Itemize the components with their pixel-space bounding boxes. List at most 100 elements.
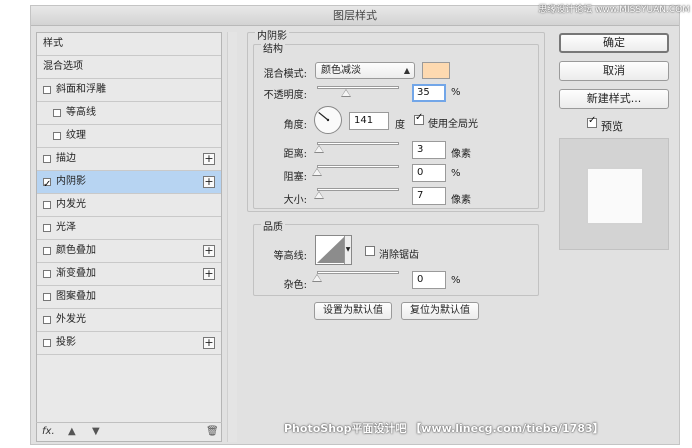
contour-preview-icon (317, 237, 344, 263)
arrow-down-icon[interactable]: ▼ (92, 426, 100, 437)
contour-picker[interactable]: ▼ (315, 235, 352, 265)
choke-input[interactable]: 0 (412, 164, 446, 182)
shadow-color-swatch[interactable] (422, 62, 450, 79)
style-item-label: 内阴影 (56, 176, 86, 187)
trash-icon[interactable]: 🗑 (206, 426, 219, 437)
style-list-item[interactable]: 纹理 (37, 125, 221, 148)
chevron-down-icon[interactable]: ▼ (344, 236, 351, 264)
style-list-item[interactable]: 样式 (37, 33, 221, 56)
style-item-label: 内发光 (56, 199, 86, 210)
style-item-checkbox[interactable] (43, 270, 51, 278)
style-list-item[interactable]: 等高线 (37, 102, 221, 125)
style-item-label: 投影 (56, 337, 76, 348)
style-item-checkbox[interactable] (43, 339, 51, 347)
add-effect-icon[interactable]: + (203, 337, 215, 349)
choke-slider-track[interactable] (317, 165, 399, 168)
style-item-label: 纹理 (66, 130, 86, 141)
style-item-checkbox[interactable] (43, 86, 51, 94)
chevron-updown-icon: ▲ (403, 66, 410, 75)
style-item-checkbox[interactable] (43, 293, 51, 301)
style-list-item[interactable]: 图案叠加 (37, 286, 221, 309)
new-style-button[interactable]: 新建样式... (559, 89, 669, 109)
noise-input[interactable]: 0 (412, 271, 446, 289)
style-list: 样式混合选项斜面和浮雕等高线纹理描边 + 内阴影 + 内发光光泽颜色叠加 + 渐变叠加 + 图案… (36, 32, 222, 442)
style-item-label: 渐变叠加 (56, 268, 96, 279)
ok-button[interactable]: 确定 (559, 33, 669, 53)
opacity-input[interactable]: 35 (412, 84, 446, 102)
watermark-top: 思缘设计论坛 www.MISSYUAN.COM (538, 5, 690, 15)
angle-dial[interactable] (313, 105, 343, 135)
style-item-label: 外发光 (56, 314, 86, 325)
cancel-button[interactable]: 取消 (559, 61, 669, 81)
choke-label: 阻塞: (283, 172, 307, 183)
add-effect-icon[interactable]: + (203, 268, 215, 280)
preview-panel (559, 138, 669, 250)
size-unit: 像素 (451, 195, 471, 206)
angle-input[interactable]: 141 (349, 112, 389, 130)
blend-mode-label: 混合模式: (263, 69, 307, 80)
structure-title: 结构 (261, 40, 285, 55)
set-default-button[interactable]: 设置为默认值 (314, 302, 392, 320)
choke-unit: % (451, 168, 461, 179)
style-list-item[interactable]: 混合选项 (37, 56, 221, 79)
anti-alias-checkbox[interactable] (365, 246, 375, 256)
arrow-up-icon[interactable]: ▲ (68, 426, 76, 437)
fx-menu-button[interactable]: fx. (42, 426, 55, 437)
style-item-checkbox[interactable] (43, 316, 51, 324)
reset-default-button[interactable]: 复位为默认值 (401, 302, 479, 320)
style-item-checkbox[interactable] (43, 224, 51, 232)
distance-label: 距离: (283, 149, 307, 160)
style-item-label: 描边 (56, 153, 76, 164)
style-list-item[interactable]: 光泽 (37, 217, 221, 240)
style-list-item[interactable]: 内阴影 + (37, 171, 221, 196)
blend-mode-value: 颜色减淡 (321, 65, 361, 76)
style-item-label: 样式 (43, 38, 63, 49)
preview-thumbnail (588, 169, 642, 223)
style-list-item[interactable]: 内发光 (37, 194, 221, 217)
style-item-checkbox[interactable] (43, 247, 51, 255)
style-list-item[interactable]: 颜色叠加 + (37, 240, 221, 263)
style-list-item[interactable]: 描边 + (37, 148, 221, 171)
opacity-slider-track[interactable] (317, 86, 399, 89)
blend-mode-select[interactable]: 颜色减淡 ▲ (315, 62, 415, 79)
choke-slider-thumb[interactable] (312, 168, 322, 176)
preview-checkbox[interactable] (587, 115, 597, 128)
add-effect-icon[interactable]: + (203, 176, 215, 188)
add-effect-icon[interactable]: + (203, 245, 215, 257)
opacity-slider-thumb[interactable] (340, 89, 351, 97)
style-item-checkbox[interactable] (43, 174, 51, 196)
noise-slider-thumb[interactable] (312, 274, 322, 282)
style-list-item[interactable]: 斜面和浮雕 (37, 79, 221, 102)
quality-title: 品质 (261, 218, 285, 233)
style-item-label: 等高线 (66, 107, 96, 118)
style-item-label: 混合选项 (43, 61, 83, 72)
size-input[interactable]: 7 (412, 187, 446, 205)
size-label: 大小: (283, 195, 307, 206)
style-item-label: 光泽 (56, 222, 76, 233)
angle-unit: 度 (395, 120, 405, 131)
style-list-item[interactable]: 渐变叠加 + (37, 263, 221, 286)
style-item-checkbox[interactable] (53, 132, 61, 140)
noise-slider-track[interactable] (317, 271, 399, 274)
distance-input[interactable]: 3 (412, 141, 446, 159)
size-slider-thumb[interactable] (314, 191, 325, 199)
distance-slider-thumb[interactable] (314, 145, 325, 153)
watermark-bottom: PhotoShop平面设计吧 【www.linecg.com/tieba/178… (284, 422, 604, 435)
opacity-label: 不透明度: (263, 90, 307, 101)
style-item-checkbox[interactable] (43, 201, 51, 209)
style-item-checkbox[interactable] (53, 109, 61, 117)
distance-unit: 像素 (451, 149, 471, 160)
contour-label: 等高线: (273, 251, 307, 262)
style-list-footer: fx. ▲ ▼ 🗑 (36, 422, 222, 442)
style-item-label: 图案叠加 (56, 291, 96, 302)
style-item-checkbox[interactable] (43, 155, 51, 163)
add-effect-icon[interactable]: + (203, 153, 215, 165)
style-list-item[interactable]: 投影 + (37, 332, 221, 355)
style-item-label: 颜色叠加 (56, 245, 96, 256)
global-light-checkbox[interactable] (414, 112, 424, 125)
anti-alias-label: 消除锯齿 (379, 250, 419, 261)
size-slider-track[interactable] (317, 188, 399, 191)
style-list-item[interactable]: 外发光 (37, 309, 221, 332)
style-list-scrollbar[interactable] (227, 32, 237, 442)
distance-slider-track[interactable] (317, 142, 399, 145)
